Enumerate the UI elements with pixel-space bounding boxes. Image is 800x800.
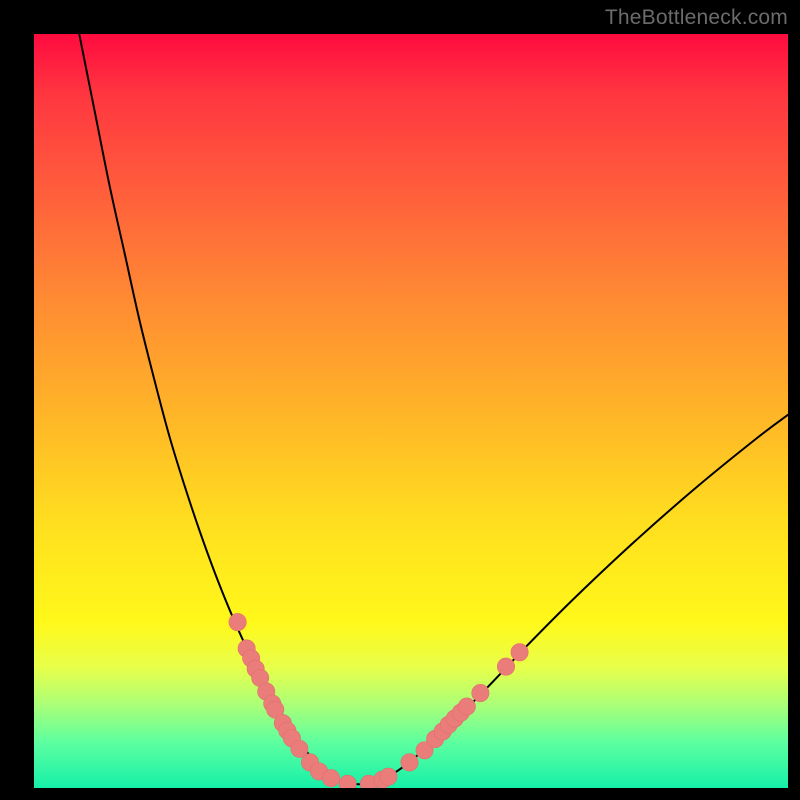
data-marker	[458, 698, 475, 715]
watermark-text: TheBottleneck.com	[605, 6, 788, 30]
bottleneck-curve	[79, 34, 788, 784]
data-marker	[472, 684, 489, 701]
data-marker	[497, 658, 514, 675]
data-marker	[229, 613, 246, 630]
data-marker	[511, 644, 528, 661]
data-marker	[380, 768, 397, 785]
data-marker	[339, 775, 356, 788]
chart-svg	[34, 34, 788, 788]
data-markers	[229, 613, 528, 788]
data-marker	[401, 754, 418, 771]
data-marker	[322, 770, 339, 787]
chart-frame: TheBottleneck.com	[0, 0, 800, 800]
plot-area	[34, 34, 788, 788]
